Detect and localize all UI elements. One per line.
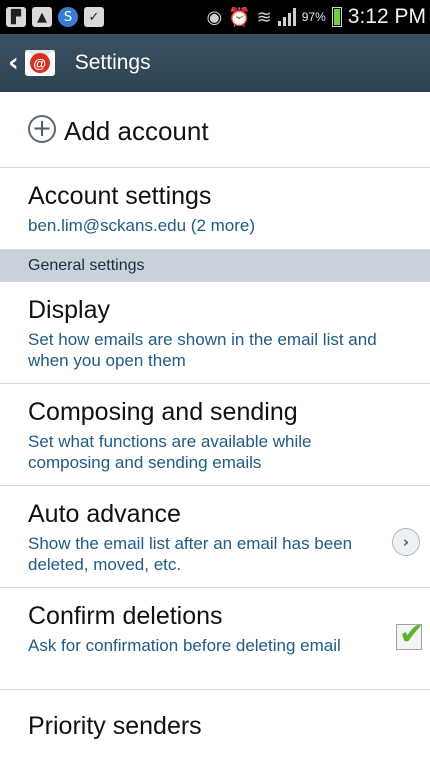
composing-sending-item[interactable]: Composing and sending Set what functions… xyxy=(0,384,430,486)
add-account-item[interactable]: + Add account xyxy=(0,92,430,168)
chevron-right-icon[interactable]: › xyxy=(392,528,420,556)
display-item[interactable]: Display Set how emails are shown in the … xyxy=(0,282,430,384)
battery-icon xyxy=(331,7,342,27)
priority-senders-title: Priority senders xyxy=(28,712,202,740)
confirm-deletions-title: Confirm deletions xyxy=(28,602,223,630)
page-title: Settings xyxy=(74,51,151,74)
composing-subtitle: Set what functions are available while c… xyxy=(28,432,312,472)
status-bar: ▛ ▲ S ✓ ◉ ⏰ ≋ 97% 3:12 PM xyxy=(0,0,430,34)
confirm-deletions-item[interactable]: Confirm deletions Ask for confirmation b… xyxy=(0,588,430,690)
composing-title: Composing and sending xyxy=(28,398,298,426)
clipboard-check-icon: ✓ xyxy=(84,7,104,27)
auto-advance-title: Auto advance xyxy=(28,500,181,528)
clock: 3:12 PM xyxy=(347,5,426,28)
system-indicators: ◉ ⏰ ≋ 97% 3:12 PM xyxy=(207,0,426,34)
app-icon: S xyxy=(58,7,78,27)
account-settings-item[interactable]: Account settings ben.lim@sckans.edu (2 m… xyxy=(0,168,430,250)
chevron-left-icon: ‹ xyxy=(8,48,19,78)
gallery-icon: ▲ xyxy=(32,7,52,27)
general-settings-header: General settings xyxy=(0,250,430,282)
flipboard-icon: ▛ xyxy=(6,7,26,27)
confirm-deletions-subtitle: Ask for confirmation before deleting ema… xyxy=(28,636,341,655)
alarm-icon: ⏰ xyxy=(228,6,251,28)
priority-senders-item[interactable]: Priority senders xyxy=(0,690,430,770)
checkmark-icon: ✔ xyxy=(399,617,425,652)
add-account-label: Add account xyxy=(64,116,209,146)
confirm-deletions-checkbox[interactable]: ✔ xyxy=(396,617,424,652)
settings-list: + Add account Account settings ben.lim@s… xyxy=(0,92,430,770)
plus-circle-icon: + xyxy=(28,115,56,143)
back-button[interactable]: ‹ @ xyxy=(0,34,61,92)
eye-icon: ◉ xyxy=(206,6,223,28)
email-app-icon: @ xyxy=(24,50,55,76)
auto-advance-subtitle: Show the email list after an email has b… xyxy=(28,534,353,574)
account-settings-subtitle: ben.lim@sckans.edu (2 more) xyxy=(28,216,256,235)
account-settings-title: Account settings xyxy=(28,182,212,210)
display-subtitle: Set how emails are shown in the email li… xyxy=(28,330,377,370)
notification-icons: ▛ ▲ S ✓ xyxy=(0,7,104,27)
display-title: Display xyxy=(28,296,110,324)
signal-icon xyxy=(277,8,296,26)
auto-advance-item[interactable]: Auto advance Show the email list after a… xyxy=(0,486,430,588)
action-bar: ‹ @ Settings xyxy=(0,34,430,92)
wifi-icon: ≋ xyxy=(256,6,272,28)
battery-percent: 97% xyxy=(301,10,326,24)
